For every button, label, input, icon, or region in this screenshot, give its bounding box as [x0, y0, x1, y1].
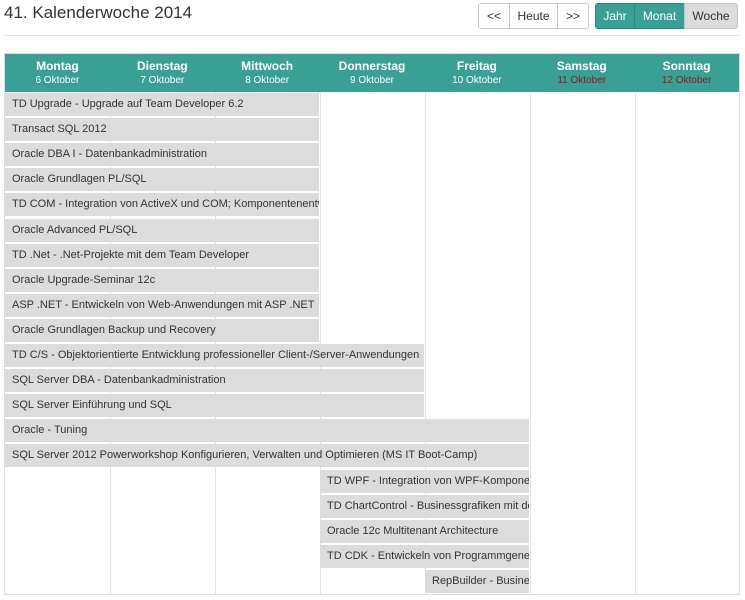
day-name: Samstag [556, 59, 607, 73]
calendar-event[interactable]: SQL Server DBA - Datenbankadministration [5, 369, 424, 392]
calendar-event[interactable]: Oracle Grundlagen PL/SQL [5, 168, 319, 191]
calendar-event[interactable]: SQL Server 2012 Powerworkshop Konfigurie… [5, 444, 529, 467]
calendar-event[interactable]: TD .Net - .Net-Projekte mit dem Team Dev… [5, 244, 319, 267]
calendar-event[interactable]: TD C/S - Objektorientierte Entwicklung p… [5, 344, 424, 367]
day-date: 7 Oktober [140, 75, 185, 86]
calendar-event[interactable]: TD WPF - Integration von WPF-Komponenten [320, 470, 529, 493]
column-divider [425, 92, 426, 594]
date-nav-group: << Heute >> [478, 3, 589, 29]
week-calendar: Montag 6 Oktober Dienstag 7 Oktober Mitt… [4, 53, 740, 595]
calendar-event[interactable]: RepBuilder - Business Reports [425, 570, 529, 593]
next-week-button[interactable]: >> [557, 3, 589, 29]
page-title: 41. Kalenderwoche 2014 [4, 3, 193, 22]
today-button[interactable]: Heute [509, 3, 558, 29]
day-name: Montag [36, 59, 79, 73]
calendar-event[interactable]: Oracle 12c Multitenant Architecture [320, 520, 529, 543]
day-header-row: Montag 6 Oktober Dienstag 7 Oktober Mitt… [5, 54, 739, 92]
day-header-wednesday: Mittwoch 8 Oktober [215, 54, 320, 92]
calendar-event[interactable]: Oracle DBA I - Datenbankadministration [5, 143, 319, 166]
calendar-event[interactable]: TD CDK - Entwickeln von Programmgenerier… [320, 545, 529, 568]
calendar-event[interactable]: Oracle Grundlagen Backup und Recovery [5, 319, 319, 342]
calendar-event[interactable]: Oracle - Tuning [5, 419, 529, 442]
day-name: Sonntag [662, 59, 711, 73]
calendar-event[interactable]: TD COM - Integration von ActiveX und COM… [5, 193, 319, 216]
calendar-event[interactable]: Oracle Upgrade-Seminar 12c [5, 269, 319, 292]
column-divider [320, 92, 321, 594]
day-header-tuesday: Dienstag 7 Oktober [110, 54, 215, 92]
calendar-event[interactable]: ASP .NET - Entwickeln von Web-Anwendunge… [5, 294, 319, 317]
prev-week-button[interactable]: << [478, 3, 510, 29]
calendar-grid: TD Upgrade - Upgrade auf Team Developer … [5, 92, 739, 594]
view-switcher: Jahr Monat Woche [595, 3, 738, 29]
day-name: Donnerstag [338, 59, 406, 73]
day-date: 10 Oktober [452, 75, 502, 86]
title-divider [4, 35, 740, 36]
calendar-event[interactable]: SQL Server Einführung und SQL [5, 394, 424, 417]
day-header-monday: Montag 6 Oktober [5, 54, 110, 92]
calendar-event[interactable]: TD ChartControl - Businessgrafiken mit d… [320, 495, 529, 518]
day-name: Dienstag [136, 59, 188, 73]
day-header-thursday: Donnerstag 9 Oktober [320, 54, 425, 92]
calendar-event[interactable]: TD Upgrade - Upgrade auf Team Developer … [5, 93, 319, 116]
column-divider [635, 92, 636, 594]
column-divider [530, 92, 531, 594]
day-name: Mittwoch [241, 59, 294, 73]
day-name: Freitag [456, 59, 497, 73]
day-header-friday: Freitag 10 Oktober [424, 54, 529, 92]
day-date: 12 Oktober [661, 75, 712, 86]
day-header-sunday: Sonntag 12 Oktober [634, 54, 739, 92]
day-date: 8 Oktober [245, 75, 290, 86]
view-year-button[interactable]: Jahr [595, 3, 635, 29]
day-date: 6 Oktober [35, 75, 80, 86]
calendar-event[interactable]: Transact SQL 2012 [5, 118, 319, 141]
day-date: 11 Oktober [557, 75, 607, 86]
calendar-event[interactable]: Oracle Advanced PL/SQL [5, 219, 319, 242]
day-header-saturday: Samstag 11 Oktober [529, 54, 634, 92]
view-week-button[interactable]: Woche [684, 3, 738, 29]
day-date: 9 Oktober [350, 75, 394, 86]
view-month-button[interactable]: Monat [634, 3, 685, 29]
